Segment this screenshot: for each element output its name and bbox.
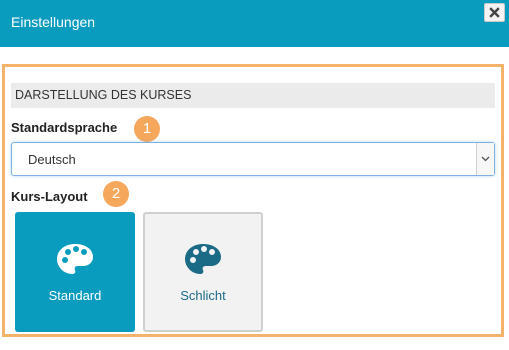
- course-layout-label: Kurs-Layout: [11, 189, 88, 204]
- chevron-down-icon[interactable]: [476, 143, 494, 175]
- section-header: DARSTELLUNG DES KURSES: [11, 83, 495, 108]
- palette-icon: [185, 244, 221, 274]
- standard-language-label: Standardsprache: [11, 120, 118, 135]
- section-title: DARSTELLUNG DES KURSES: [15, 88, 192, 102]
- palette-icon: [57, 244, 93, 274]
- close-button[interactable]: [484, 3, 505, 22]
- step-badge-1: 1: [134, 116, 160, 142]
- language-select[interactable]: Deutsch: [11, 142, 495, 176]
- layout-option-schlicht[interactable]: Schlicht: [143, 212, 263, 332]
- dialog-title: Einstellungen: [11, 14, 96, 30]
- language-select-value: Deutsch: [28, 152, 76, 167]
- layout-option-label: Standard: [48, 288, 102, 303]
- layout-option-label: Schlicht: [180, 288, 226, 303]
- layout-option-standard[interactable]: Standard: [15, 212, 135, 332]
- step-badge-2: 2: [103, 181, 129, 207]
- close-icon: [489, 7, 500, 18]
- dialog-titlebar: Einstellungen: [0, 0, 509, 47]
